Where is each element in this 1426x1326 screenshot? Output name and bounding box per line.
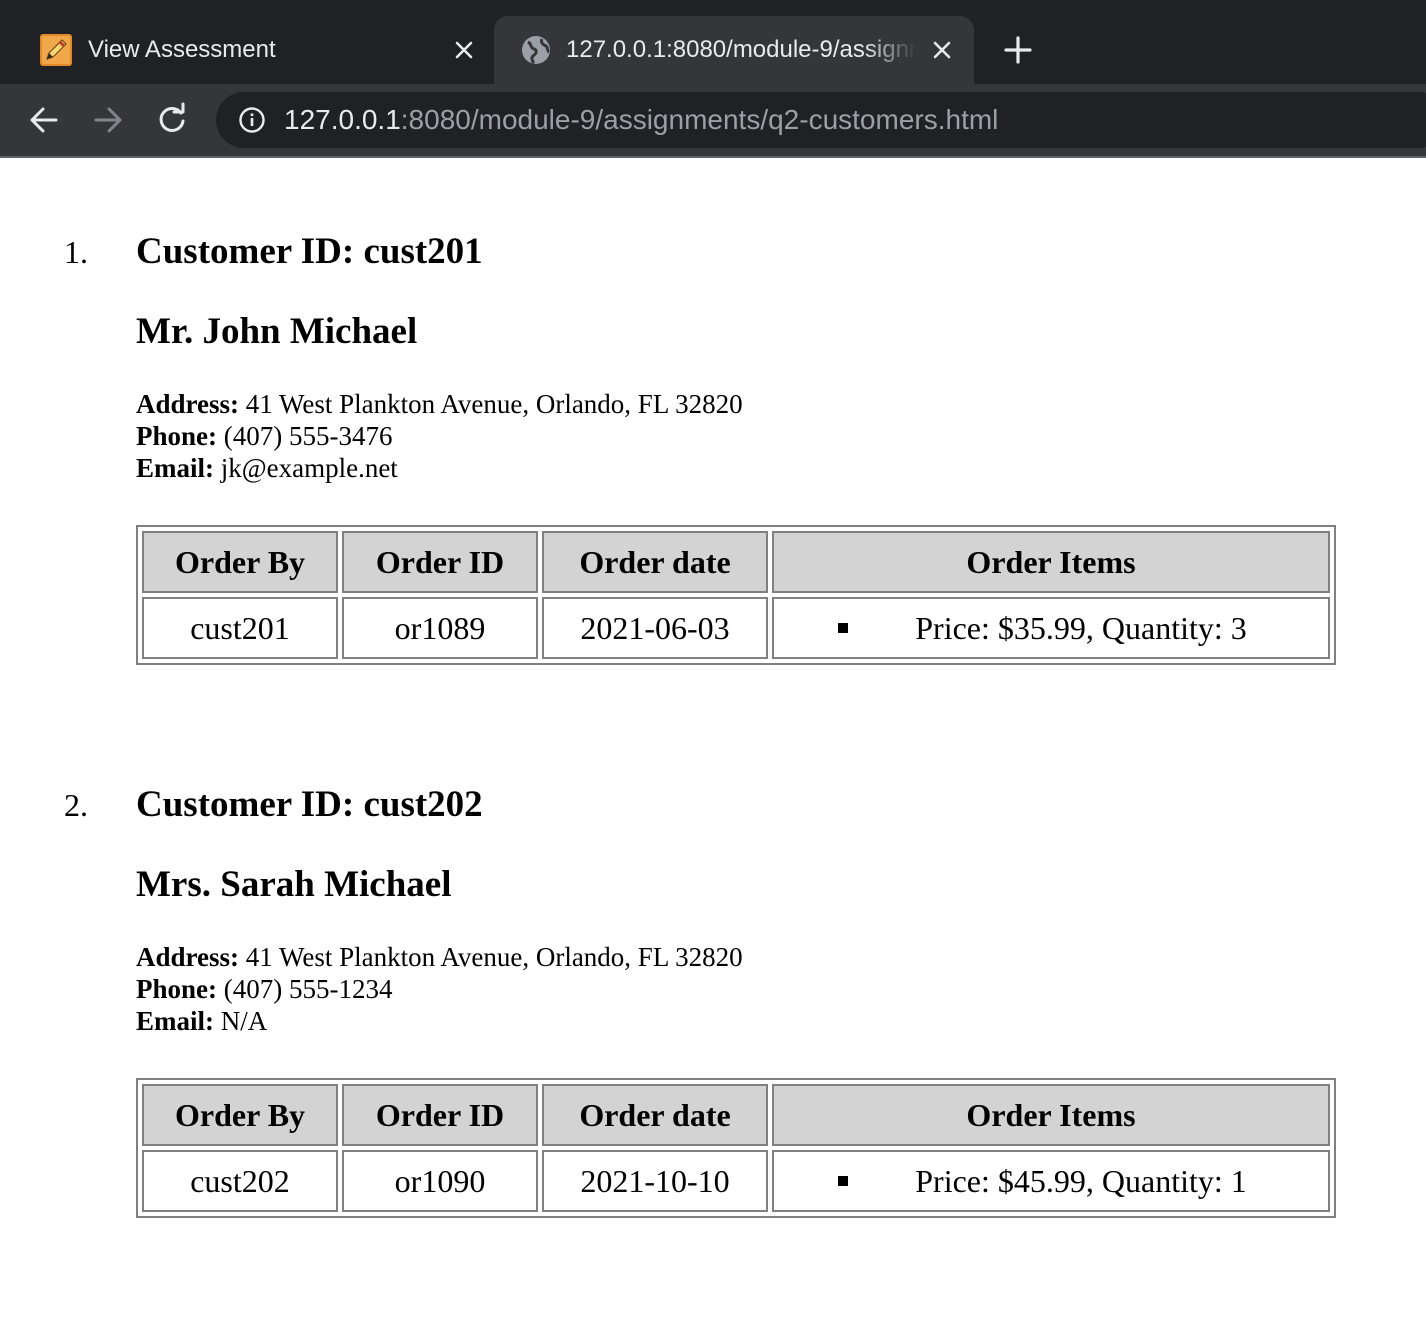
table-row: cust201 or1089 2021-06-03 Price: $35.99,… [142,597,1330,659]
phone-value: (407) 555-3476 [223,421,393,451]
list-item-number: 2. [64,787,88,823]
email-line: Email: N/A [136,1005,267,1037]
header-order-id: Order ID [342,531,538,593]
header-order-items: Order Items [772,1084,1330,1146]
table-header-row: Order By Order ID Order date Order Items [142,531,1330,593]
tab-title: 127.0.0.1:8080/module-9/assignments/q2-c… [566,36,916,63]
tab-title: View Assessment [88,36,276,63]
address-value: 41 West Plankton Avenue, Orlando, FL 328… [245,389,743,419]
header-order-date: Order date [542,531,768,593]
cell-order-items: Price: $35.99, Quantity: 3 [772,597,1330,659]
address-value: 41 West Plankton Avenue, Orlando, FL 328… [245,942,743,972]
close-tab-icon[interactable] [450,36,478,64]
header-order-by: Order By [142,1084,338,1146]
back-arrow-icon[interactable] [26,102,62,138]
tab-strip: View Assessment 127.0.0.1:8080/module-9/… [0,0,1426,84]
customer-id-heading: Customer ID: cust202 [136,784,483,825]
square-bullet-icon [838,1176,848,1186]
address-label: Address: [136,389,240,419]
cell-order-by: cust202 [142,1150,338,1212]
customer-name-heading: Mrs. Sarah Michael [136,864,452,905]
email-label: Email: [136,1006,214,1036]
email-label: Email: [136,453,214,483]
square-bullet-icon [838,623,848,633]
tab-view-assessment[interactable]: View Assessment [0,16,490,84]
phone-value: (407) 555-1234 [223,974,393,1004]
close-tab-icon[interactable] [928,36,956,64]
email-value: N/A [220,1006,268,1036]
new-tab-plus-icon[interactable] [1000,32,1036,68]
cell-order-id: or1089 [342,597,538,659]
globe-icon [522,36,550,65]
url-host: 127.0.0.1 [284,104,401,135]
email-line: Email: jk@example.net [136,452,398,484]
table-header-row: Order By Order ID Order date Order Items [142,1084,1330,1146]
customer-name-heading: Mr. John Michael [136,311,418,352]
header-order-date: Order date [542,1084,768,1146]
cell-order-by: cust201 [142,597,338,659]
list-item-number: 1. [64,234,88,270]
header-order-by: Order By [142,531,338,593]
pencil-favicon-icon [40,34,72,66]
customer-id-heading: Customer ID: cust201 [136,231,483,272]
email-value: jk@example.net [220,453,398,483]
phone-line: Phone: (407) 555-1234 [136,973,392,1005]
table-row: cust202 or1090 2021-10-10 Price: $45.99,… [142,1150,1330,1212]
cell-order-items: Price: $45.99, Quantity: 1 [772,1150,1330,1212]
phone-line: Phone: (407) 555-3476 [136,420,392,452]
phone-label: Phone: [136,421,217,451]
reload-icon[interactable] [154,102,190,138]
address-line: Address: 41 West Plankton Avenue, Orland… [136,388,743,420]
orders-table: Order By Order ID Order date Order Items… [136,525,1336,665]
address-line: Address: 41 West Plankton Avenue, Orland… [136,941,743,973]
orders-table: Order By Order ID Order date Order Items… [136,1078,1336,1218]
site-info-icon[interactable] [238,106,266,134]
address-bar[interactable]: 127.0.0.1:8080/module-9/assignments/q2-c… [216,92,1426,148]
order-item-text: Price: $45.99, Quantity: 1 [915,1162,1247,1199]
header-order-items: Order Items [772,531,1330,593]
url-text[interactable]: 127.0.0.1:8080/module-9/assignments/q2-c… [284,104,998,136]
cell-order-id: or1090 [342,1150,538,1212]
header-order-id: Order ID [342,1084,538,1146]
phone-label: Phone: [136,974,217,1004]
cell-order-date: 2021-10-10 [542,1150,768,1212]
address-label: Address: [136,942,240,972]
cell-order-date: 2021-06-03 [542,597,768,659]
tab-q2-customers[interactable]: 127.0.0.1:8080/module-9/assignments/q2-c… [494,16,974,84]
url-path: :8080/module-9/assignments/q2-customers.… [400,104,999,135]
forward-arrow-icon[interactable] [90,102,126,138]
browser-toolbar: 127.0.0.1:8080/module-9/assignments/q2-c… [0,84,1426,158]
order-item-text: Price: $35.99, Quantity: 3 [915,609,1247,646]
